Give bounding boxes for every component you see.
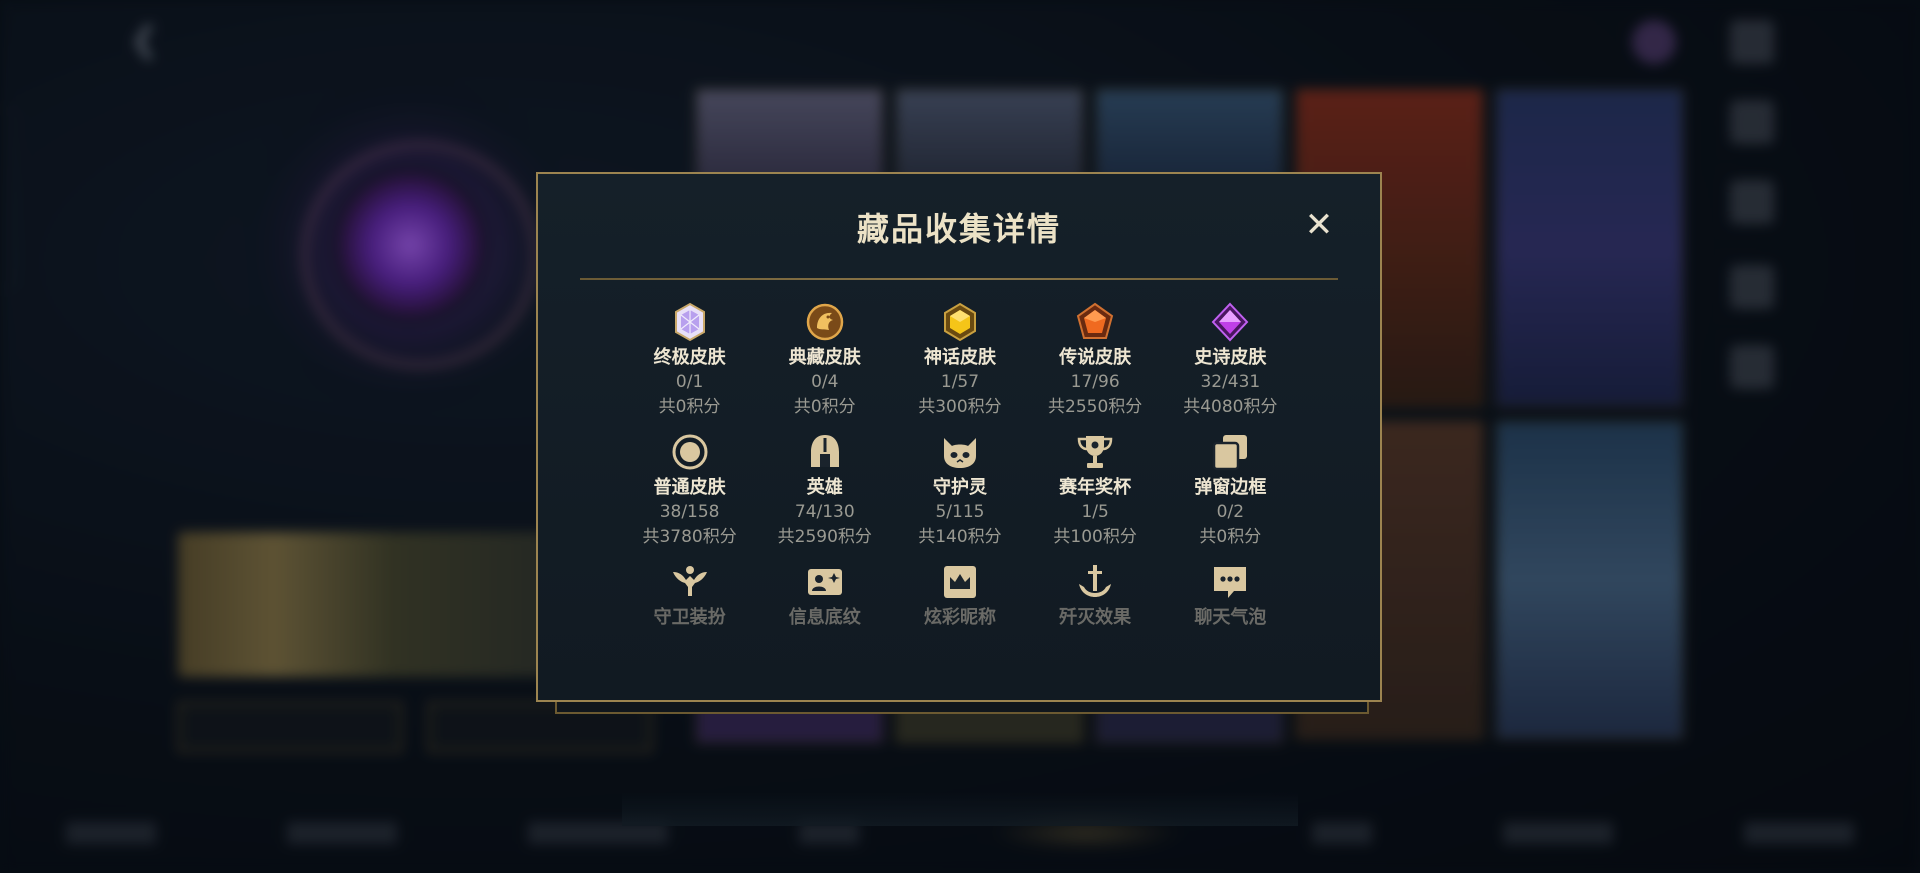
close-button[interactable]: ✕	[1302, 205, 1336, 245]
ring-icon	[670, 432, 710, 472]
category-season-trophy[interactable]: 赛年奖杯 1/5 共100积分	[1028, 432, 1163, 550]
anchor-icon	[1075, 562, 1115, 602]
category-points: 共300积分	[918, 397, 1002, 417]
dragon-emblem-icon	[805, 302, 845, 342]
category-count: 32/431	[1200, 372, 1261, 392]
guardian-face-icon	[940, 432, 980, 472]
category-points: 共0积分	[793, 397, 856, 417]
category-ultimate-skin[interactable]: 终极皮肤 0/1 共0积分	[622, 302, 757, 420]
category-label: 英雄	[806, 477, 843, 498]
category-chat-bubble[interactable]: 聊天气泡	[1163, 562, 1298, 630]
collection-details-dialog: 藏品收集详情 ✕ 终极皮肤 0/1 共0积分 典藏皮肤 0/4 共0积分 神话皮…	[536, 172, 1382, 826]
category-label: 聊天气泡	[1194, 607, 1267, 628]
category-label: 神话皮肤	[923, 347, 996, 368]
category-count: 17/96	[1070, 372, 1120, 392]
helmet-icon	[805, 432, 845, 472]
category-guardian[interactable]: 守护灵 5/115 共140积分	[892, 432, 1027, 550]
category-count: 74/130	[794, 502, 855, 522]
category-points: 共3780积分	[642, 527, 737, 547]
category-epic-skin[interactable]: 史诗皮肤 32/431 共4080积分	[1163, 302, 1298, 420]
crown-card-icon	[940, 562, 980, 602]
category-count: 38/158	[659, 502, 720, 522]
category-profile-pattern[interactable]: 信息底纹	[757, 562, 892, 630]
category-label: 典藏皮肤	[788, 347, 861, 368]
category-count: 5/115	[935, 502, 985, 522]
category-annihilation-effect[interactable]: 歼灭效果	[1028, 562, 1163, 630]
mythic-gem-icon	[940, 302, 980, 342]
category-points: 共2550积分	[1048, 397, 1143, 417]
category-normal-skin[interactable]: 普通皮肤 38/158 共3780积分	[622, 432, 757, 550]
category-points: 共2590积分	[777, 527, 872, 547]
category-points: 共100积分	[1053, 527, 1137, 547]
category-label: 信息底纹	[788, 607, 861, 628]
legendary-gem-icon	[1075, 302, 1115, 342]
category-colorful-nickname[interactable]: 炫彩昵称	[892, 562, 1027, 630]
category-points: 共0积分	[658, 397, 721, 417]
category-label: 守护灵	[932, 477, 987, 498]
frames-icon	[1210, 432, 1250, 472]
trophy-icon	[1075, 432, 1115, 472]
category-points: 共4080积分	[1183, 397, 1278, 417]
category-hero[interactable]: 英雄 74/130 共2590积分	[757, 432, 892, 550]
category-count: 0/1	[675, 372, 704, 392]
category-points: 共0积分	[1199, 527, 1262, 547]
category-label: 传说皮肤	[1059, 347, 1132, 368]
category-label: 终极皮肤	[653, 347, 726, 368]
category-label: 弹窗边框	[1194, 477, 1267, 498]
ultimate-gem-icon	[670, 302, 710, 342]
category-label: 守卫装扮	[653, 607, 726, 628]
category-legendary-skin[interactable]: 传说皮肤 17/96 共2550积分	[1028, 302, 1163, 420]
category-label: 普通皮肤	[653, 477, 726, 498]
category-points: 共140积分	[918, 527, 1002, 547]
epic-gem-icon	[1210, 302, 1250, 342]
category-count: 1/57	[940, 372, 980, 392]
category-label: 炫彩昵称	[923, 607, 996, 628]
category-ward-skin[interactable]: 守卫装扮	[622, 562, 757, 630]
category-label: 史诗皮肤	[1194, 347, 1267, 368]
category-label: 赛年奖杯	[1059, 477, 1132, 498]
category-label: 歼灭效果	[1059, 607, 1132, 628]
category-popup-frame[interactable]: 弹窗边框 0/2 共0积分	[1163, 432, 1298, 550]
profile-card-icon	[805, 562, 845, 602]
category-count: 0/4	[811, 372, 839, 392]
title-divider	[580, 278, 1338, 280]
chat-bubble-icon	[1210, 562, 1250, 602]
close-icon: ✕	[1304, 205, 1334, 245]
category-count: 1/5	[1081, 502, 1109, 522]
category-count: 0/2	[1216, 502, 1245, 522]
modal-base-tab	[555, 700, 1369, 714]
ward-icon	[670, 562, 710, 602]
category-mythic-skin[interactable]: 神话皮肤 1/57 共300积分	[892, 302, 1027, 420]
dialog-title: 藏品收集详情	[856, 210, 1061, 248]
collection-category-grid: 终极皮肤 0/1 共0积分 典藏皮肤 0/4 共0积分 神话皮肤 1/57 共3…	[622, 302, 1298, 630]
category-collector-skin[interactable]: 典藏皮肤 0/4 共0积分	[757, 302, 892, 420]
